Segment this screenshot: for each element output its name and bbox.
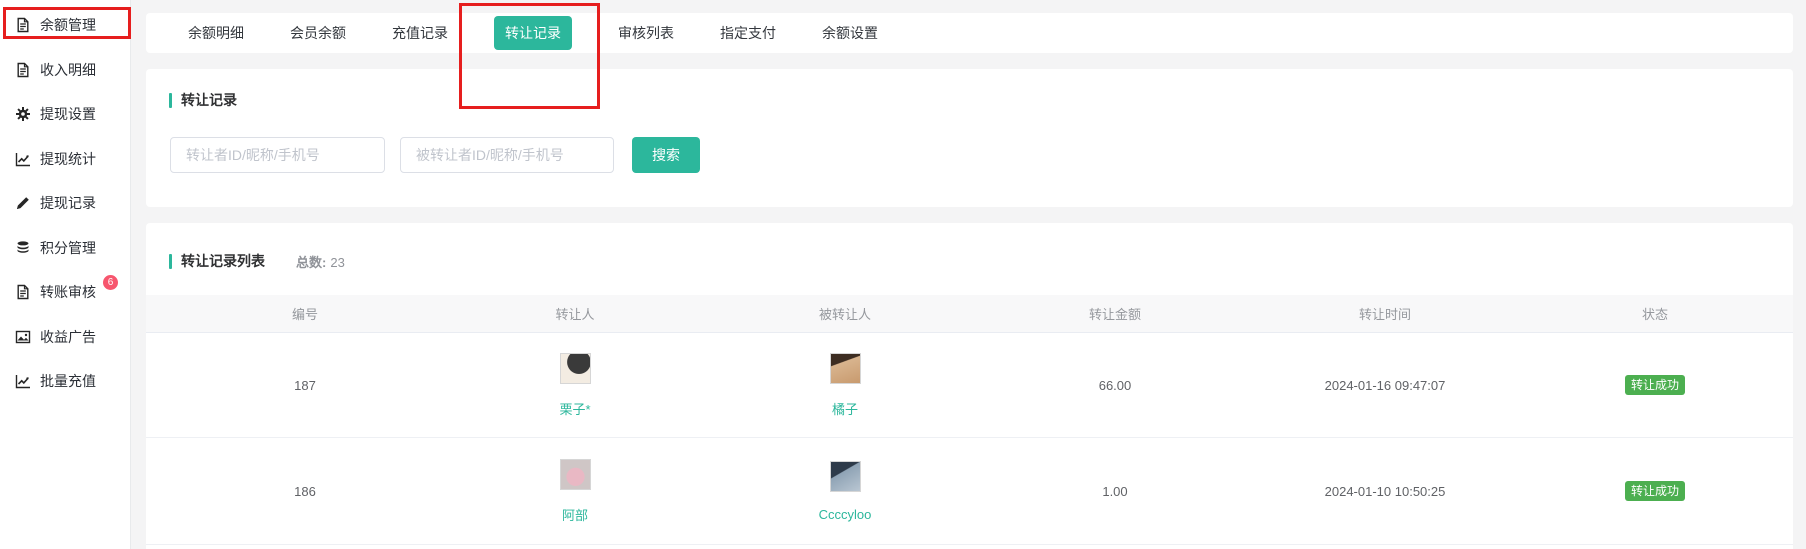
line-chart-icon <box>15 151 31 167</box>
transfer-records-table: 编号 转让人 被转让人 转让金额 转让时间 状态 187 栗子* 橘子 66.0… <box>146 295 1793 545</box>
record-id: 187 <box>170 378 440 393</box>
title-accent-bar <box>169 93 172 108</box>
list-section-title-text: 转让记录列表 <box>181 251 265 271</box>
list-section-title: 转让记录列表 总数: 23 <box>146 223 1793 271</box>
sidebar-item-income-detail[interactable]: 收入明细 <box>0 48 130 93</box>
transferor-search-input[interactable] <box>170 137 385 173</box>
sidebar-item-revenue-ads[interactable]: 收益广告 <box>0 315 130 360</box>
avatar[interactable] <box>830 353 861 384</box>
tab-transfer-records[interactable]: 转让记录 <box>494 16 572 50</box>
sidebar-item-batch-recharge[interactable]: 批量充值 <box>0 359 130 404</box>
transfer-amount: 66.00 <box>980 378 1250 393</box>
sidebar-item-label: 提现设置 <box>40 104 96 124</box>
transferor-user: 栗子* <box>440 353 710 418</box>
tab-balance-detail[interactable]: 余额明细 <box>188 23 244 43</box>
document-icon <box>15 17 31 33</box>
sidebar-item-label: 积分管理 <box>40 238 96 258</box>
tab-recharge-records[interactable]: 充值记录 <box>392 23 448 43</box>
transferor-user: 阿部 <box>440 459 710 524</box>
sidebar: 余额管理 收入明细 提现设置 提现统计 提现记录 积分管理 转账审核 6 收益广… <box>0 0 131 549</box>
transferee-user: Ccccyloo <box>710 461 980 522</box>
notification-count-badge: 6 <box>103 275 118 290</box>
sidebar-item-balance-management[interactable]: 余额管理 <box>0 3 130 48</box>
line-chart-icon <box>15 373 31 389</box>
column-header-to: 被转让人 <box>710 304 980 323</box>
sidebar-item-label: 批量充值 <box>40 371 96 391</box>
transferee-user: 橘子 <box>710 353 980 418</box>
transfer-records-list-panel: 转让记录列表 总数: 23 编号 转让人 被转让人 转让金额 转让时间 状态 18… <box>146 223 1793 549</box>
transfer-amount: 1.00 <box>980 484 1250 499</box>
table-row: 187 栗子* 橘子 66.00 2024-01-16 09:47:07 转让成… <box>146 333 1793 438</box>
sidebar-item-withdraw-records[interactable]: 提现记录 <box>0 181 130 226</box>
transferor-name-link[interactable]: 阿部 <box>562 505 588 524</box>
total-count-label: 总数: <box>296 255 326 270</box>
table-header-row: 编号 转让人 被转让人 转让金额 转让时间 状态 <box>146 295 1793 333</box>
column-header-from: 转让人 <box>440 304 710 323</box>
sidebar-item-withdraw-stats[interactable]: 提现统计 <box>0 137 130 182</box>
status-badge: 转让成功 <box>1625 481 1685 501</box>
total-count: 总数: 23 <box>296 252 345 271</box>
sidebar-item-label: 收益广告 <box>40 327 96 347</box>
status-badge: 转让成功 <box>1625 375 1685 395</box>
avatar[interactable] <box>830 461 861 492</box>
column-header-id: 编号 <box>170 304 440 323</box>
search-section-title: 转让记录 <box>146 69 1793 110</box>
title-accent-bar <box>169 254 172 269</box>
sidebar-item-label: 提现统计 <box>40 149 96 169</box>
tab-bar: 余额明细 会员余额 充值记录 转让记录 审核列表 指定支付 余额设置 <box>146 13 1793 53</box>
search-section-title-text: 转让记录 <box>181 90 237 110</box>
avatar[interactable] <box>560 459 591 490</box>
transfer-time: 2024-01-16 09:47:07 <box>1250 378 1520 393</box>
total-count-value: 23 <box>330 255 344 270</box>
tab-review-list[interactable]: 审核列表 <box>618 23 674 43</box>
sidebar-item-transfer-review[interactable]: 转账审核 6 <box>0 270 130 315</box>
avatar[interactable] <box>560 353 591 384</box>
sidebar-item-label: 余额管理 <box>40 15 96 35</box>
sidebar-item-withdraw-settings[interactable]: 提现设置 <box>0 92 130 137</box>
record-id: 186 <box>170 484 440 499</box>
transfer-records-search-panel: 转让记录 搜索 <box>146 69 1793 207</box>
transferee-search-input[interactable] <box>400 137 614 173</box>
search-filters: 搜索 <box>170 137 700 173</box>
transferee-name-link[interactable]: 橘子 <box>832 399 858 418</box>
sidebar-item-label: 转账审核 <box>40 282 96 302</box>
search-button[interactable]: 搜索 <box>632 137 700 173</box>
sidebar-item-label: 提现记录 <box>40 193 96 213</box>
document-icon <box>15 62 31 78</box>
tab-designated-pay[interactable]: 指定支付 <box>720 23 776 43</box>
column-header-status: 状态 <box>1520 304 1790 323</box>
document-icon <box>15 284 31 300</box>
column-header-time: 转让时间 <box>1250 304 1520 323</box>
gear-icon <box>15 106 31 122</box>
transfer-time: 2024-01-10 10:50:25 <box>1250 484 1520 499</box>
sidebar-item-label: 收入明细 <box>40 60 96 80</box>
transferor-name-link[interactable]: 栗子* <box>559 399 590 418</box>
transferee-name-link[interactable]: Ccccyloo <box>819 507 872 522</box>
sidebar-item-points-management[interactable]: 积分管理 <box>0 226 130 271</box>
tab-member-balance[interactable]: 会员余额 <box>290 23 346 43</box>
table-row: 186 阿部 Ccccyloo 1.00 2024-01-10 10:50:25… <box>146 438 1793 545</box>
coins-icon <box>15 240 31 256</box>
pencil-icon <box>15 195 31 211</box>
image-icon <box>15 329 31 345</box>
tab-balance-settings[interactable]: 余额设置 <box>822 23 878 43</box>
column-header-amount: 转让金额 <box>980 304 1250 323</box>
